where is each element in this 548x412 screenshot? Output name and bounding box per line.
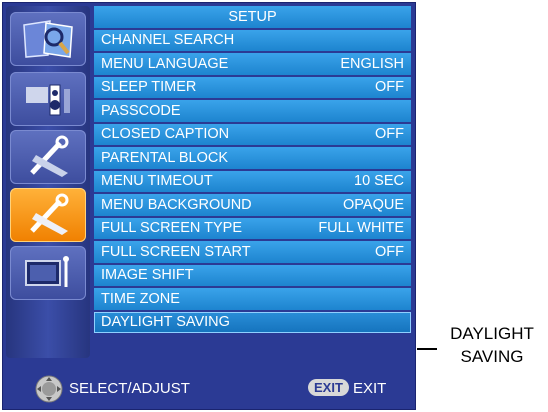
menu-item-channel-search[interactable]: CHANNEL SEARCH xyxy=(94,29,411,51)
menu-item-menu-language[interactable]: MENU LANGUAGE ENGLISH xyxy=(94,53,411,75)
menu-item-closed-caption[interactable]: CLOSED CAPTION OFF xyxy=(94,123,411,145)
menu-icon-column xyxy=(6,6,90,358)
picture-menu-tab[interactable] xyxy=(10,12,86,66)
joystick-icon xyxy=(35,375,63,403)
menu-title-text: SETUP xyxy=(228,8,277,25)
menu-item-full-screen-start[interactable]: FULL SCREEN START OFF xyxy=(94,241,411,263)
features-menu-tab[interactable] xyxy=(10,130,86,184)
menu-item-label: CHANNEL SEARCH xyxy=(101,32,235,49)
menu-item-label: DAYLIGHT SAVING xyxy=(101,314,230,331)
menu-item-label: MENU TIMEOUT xyxy=(101,173,213,190)
callout-leader-line xyxy=(417,348,437,350)
menu-item-label: PARENTAL BLOCK xyxy=(101,149,229,166)
display-icon xyxy=(25,256,69,287)
callout-line-1: DAYLIGHT xyxy=(450,324,534,343)
menu-item-menu-timeout[interactable]: MENU TIMEOUT 10 SEC xyxy=(94,170,411,192)
menu-item-label: TIME ZONE xyxy=(101,290,180,307)
setup-tools-icon xyxy=(30,193,69,235)
exit-key-badge[interactable]: EXIT xyxy=(308,379,349,396)
tools-icon xyxy=(30,135,69,177)
menu-item-full-screen-type[interactable]: FULL SCREEN TYPE FULL WHITE xyxy=(94,217,411,239)
menu-item-image-shift[interactable]: IMAGE SHIFT xyxy=(94,264,411,286)
menu-item-passcode[interactable]: PASSCODE xyxy=(94,100,411,122)
exit-hint: EXIT xyxy=(353,380,387,397)
menu-item-daylight-saving[interactable]: DAYLIGHT SAVING xyxy=(94,311,411,333)
menu-item-label: MENU LANGUAGE xyxy=(101,55,229,72)
menu-item-value: OFF xyxy=(375,243,404,260)
callout-line-2: SAVING xyxy=(460,347,524,366)
menu-title: SETUP xyxy=(94,6,411,28)
menu-item-label: SLEEP TIMER xyxy=(101,79,197,96)
menu-item-label: CLOSED CAPTION xyxy=(101,126,230,143)
menu-item-parental-block[interactable]: PARENTAL BLOCK xyxy=(94,147,411,169)
menu-item-label: PASSCODE xyxy=(101,102,181,119)
menu-item-sleep-timer[interactable]: SLEEP TIMER OFF xyxy=(94,76,411,98)
menu-item-value: OPAQUE xyxy=(343,196,404,213)
setup-menu-tab[interactable] xyxy=(10,188,86,242)
select-adjust-hint: SELECT/ADJUST xyxy=(69,380,190,397)
picture-icon xyxy=(23,20,73,58)
audio-menu-tab[interactable] xyxy=(10,72,86,126)
menu-item-value: ENGLISH xyxy=(340,55,404,72)
menu-item-label: MENU BACKGROUND xyxy=(101,196,252,213)
menu-item-value: OFF xyxy=(375,79,404,96)
menu-item-menu-background[interactable]: MENU BACKGROUND OPAQUE xyxy=(94,194,411,216)
menu-item-value: OFF xyxy=(375,126,404,143)
display-menu-tab[interactable] xyxy=(10,246,86,300)
callout-label: DAYLIGHT SAVING xyxy=(440,322,544,368)
audio-icon xyxy=(26,84,70,116)
menu-item-label: FULL SCREEN START xyxy=(101,243,251,260)
setup-menu: SETUP CHANNEL SEARCH MENU LANGUAGE ENGLI… xyxy=(94,6,411,335)
footer-bar: SELECT/ADJUST EXIT EXIT xyxy=(3,369,415,409)
menu-item-label: IMAGE SHIFT xyxy=(101,267,194,284)
osd-screen: SETUP CHANNEL SEARCH MENU LANGUAGE ENGLI… xyxy=(2,2,416,410)
menu-item-value: 10 SEC xyxy=(354,173,404,190)
menu-item-time-zone[interactable]: TIME ZONE xyxy=(94,288,411,310)
menu-item-value: FULL WHITE xyxy=(318,220,404,237)
menu-item-label: FULL SCREEN TYPE xyxy=(101,220,243,237)
